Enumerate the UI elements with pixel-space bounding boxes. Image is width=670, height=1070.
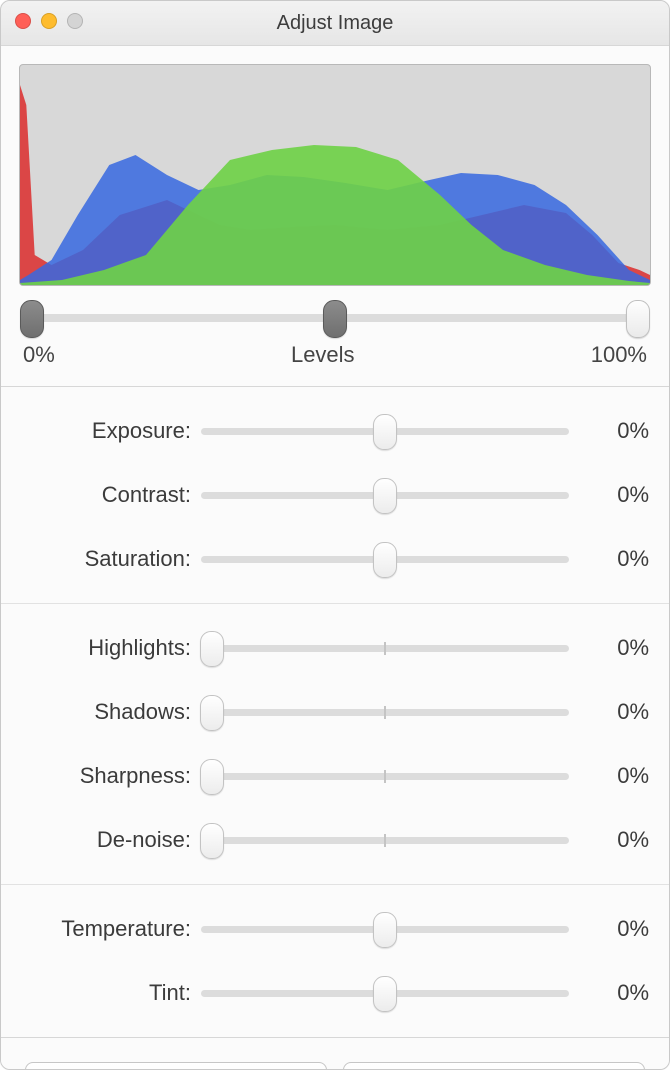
temperature-value: 0% bbox=[569, 916, 649, 942]
saturation-label: Saturation bbox=[21, 546, 201, 572]
temperature-slider[interactable] bbox=[201, 911, 569, 947]
highlights-slider[interactable] bbox=[201, 630, 569, 666]
denoise-label: De-noise bbox=[21, 827, 201, 853]
slider-row-highlights: Highlights 0% bbox=[1, 616, 669, 680]
exposure-thumb[interactable] bbox=[373, 414, 397, 450]
slider-row-contrast: Contrast 0% bbox=[1, 463, 669, 527]
slider-row-saturation: Saturation 0% bbox=[1, 527, 669, 591]
levels-labels: 0% Levels 100% bbox=[19, 340, 651, 386]
tint-value: 0% bbox=[569, 980, 649, 1006]
tint-slider[interactable] bbox=[201, 975, 569, 1011]
levels-slider[interactable] bbox=[19, 300, 651, 340]
exposure-value: 0% bbox=[569, 418, 649, 444]
exposure-label: Exposure bbox=[21, 418, 201, 444]
tint-thumb[interactable] bbox=[373, 976, 397, 1012]
slider-row-denoise: De-noise 0% bbox=[1, 808, 669, 872]
denoise-slider[interactable] bbox=[201, 822, 569, 858]
temperature-label: Temperature bbox=[21, 916, 201, 942]
sliders-list: Exposure0%Contrast0%Saturation0%Highligh… bbox=[1, 387, 669, 1038]
shadows-slider[interactable] bbox=[201, 694, 569, 730]
levels-black-handle[interactable] bbox=[20, 300, 44, 338]
levels-white-handle[interactable] bbox=[626, 300, 650, 338]
slider-row-sharpness: Sharpness 0% bbox=[1, 744, 669, 808]
slider-row-shadows: Shadows 0% bbox=[1, 680, 669, 744]
levels-center-label: Levels bbox=[55, 342, 591, 368]
titlebar: Adjust Image bbox=[1, 1, 669, 46]
window-title: Adjust Image bbox=[1, 12, 669, 35]
histogram-svg bbox=[20, 65, 650, 285]
exposure-slider[interactable] bbox=[201, 413, 569, 449]
sharpness-slider[interactable] bbox=[201, 758, 569, 794]
levels-left-label: 0% bbox=[23, 342, 55, 368]
highlights-thumb[interactable] bbox=[200, 631, 224, 667]
highlights-label: Highlights bbox=[21, 635, 201, 661]
levels-mid-handle[interactable] bbox=[323, 300, 347, 338]
denoise-thumb[interactable] bbox=[200, 823, 224, 859]
enhance-button[interactable]: Enhance bbox=[25, 1062, 327, 1070]
slider-row-exposure: Exposure 0% bbox=[1, 399, 669, 463]
contrast-label: Contrast bbox=[21, 482, 201, 508]
highlights-value: 0% bbox=[569, 635, 649, 661]
contrast-value: 0% bbox=[569, 482, 649, 508]
sharpness-label: Sharpness bbox=[21, 763, 201, 789]
temperature-thumb[interactable] bbox=[373, 912, 397, 948]
tint-label: Tint bbox=[21, 980, 201, 1006]
shadows-label: Shadows bbox=[21, 699, 201, 725]
button-row: Enhance Reset Image bbox=[1, 1038, 669, 1070]
saturation-value: 0% bbox=[569, 546, 649, 572]
sharpness-value: 0% bbox=[569, 763, 649, 789]
shadows-thumb[interactable] bbox=[200, 695, 224, 731]
histogram-panel: 0% Levels 100% bbox=[1, 46, 669, 387]
reset-image-button[interactable]: Reset Image bbox=[343, 1062, 645, 1070]
contrast-slider[interactable] bbox=[201, 477, 569, 513]
sharpness-thumb[interactable] bbox=[200, 759, 224, 795]
contrast-thumb[interactable] bbox=[373, 478, 397, 514]
traffic-lights bbox=[15, 13, 83, 29]
shadows-value: 0% bbox=[569, 699, 649, 725]
saturation-slider[interactable] bbox=[201, 541, 569, 577]
saturation-thumb[interactable] bbox=[373, 542, 397, 578]
slider-row-tint: Tint 0% bbox=[1, 961, 669, 1025]
levels-right-label: 100% bbox=[591, 342, 647, 368]
slider-row-temperature: Temperature 0% bbox=[1, 897, 669, 961]
histogram bbox=[19, 64, 651, 286]
zoom-icon[interactable] bbox=[67, 13, 83, 29]
close-icon[interactable] bbox=[15, 13, 31, 29]
minimize-icon[interactable] bbox=[41, 13, 57, 29]
denoise-value: 0% bbox=[569, 827, 649, 853]
adjust-image-window: Adjust Image 0% Levels 100% Exposure0%C bbox=[0, 0, 670, 1070]
